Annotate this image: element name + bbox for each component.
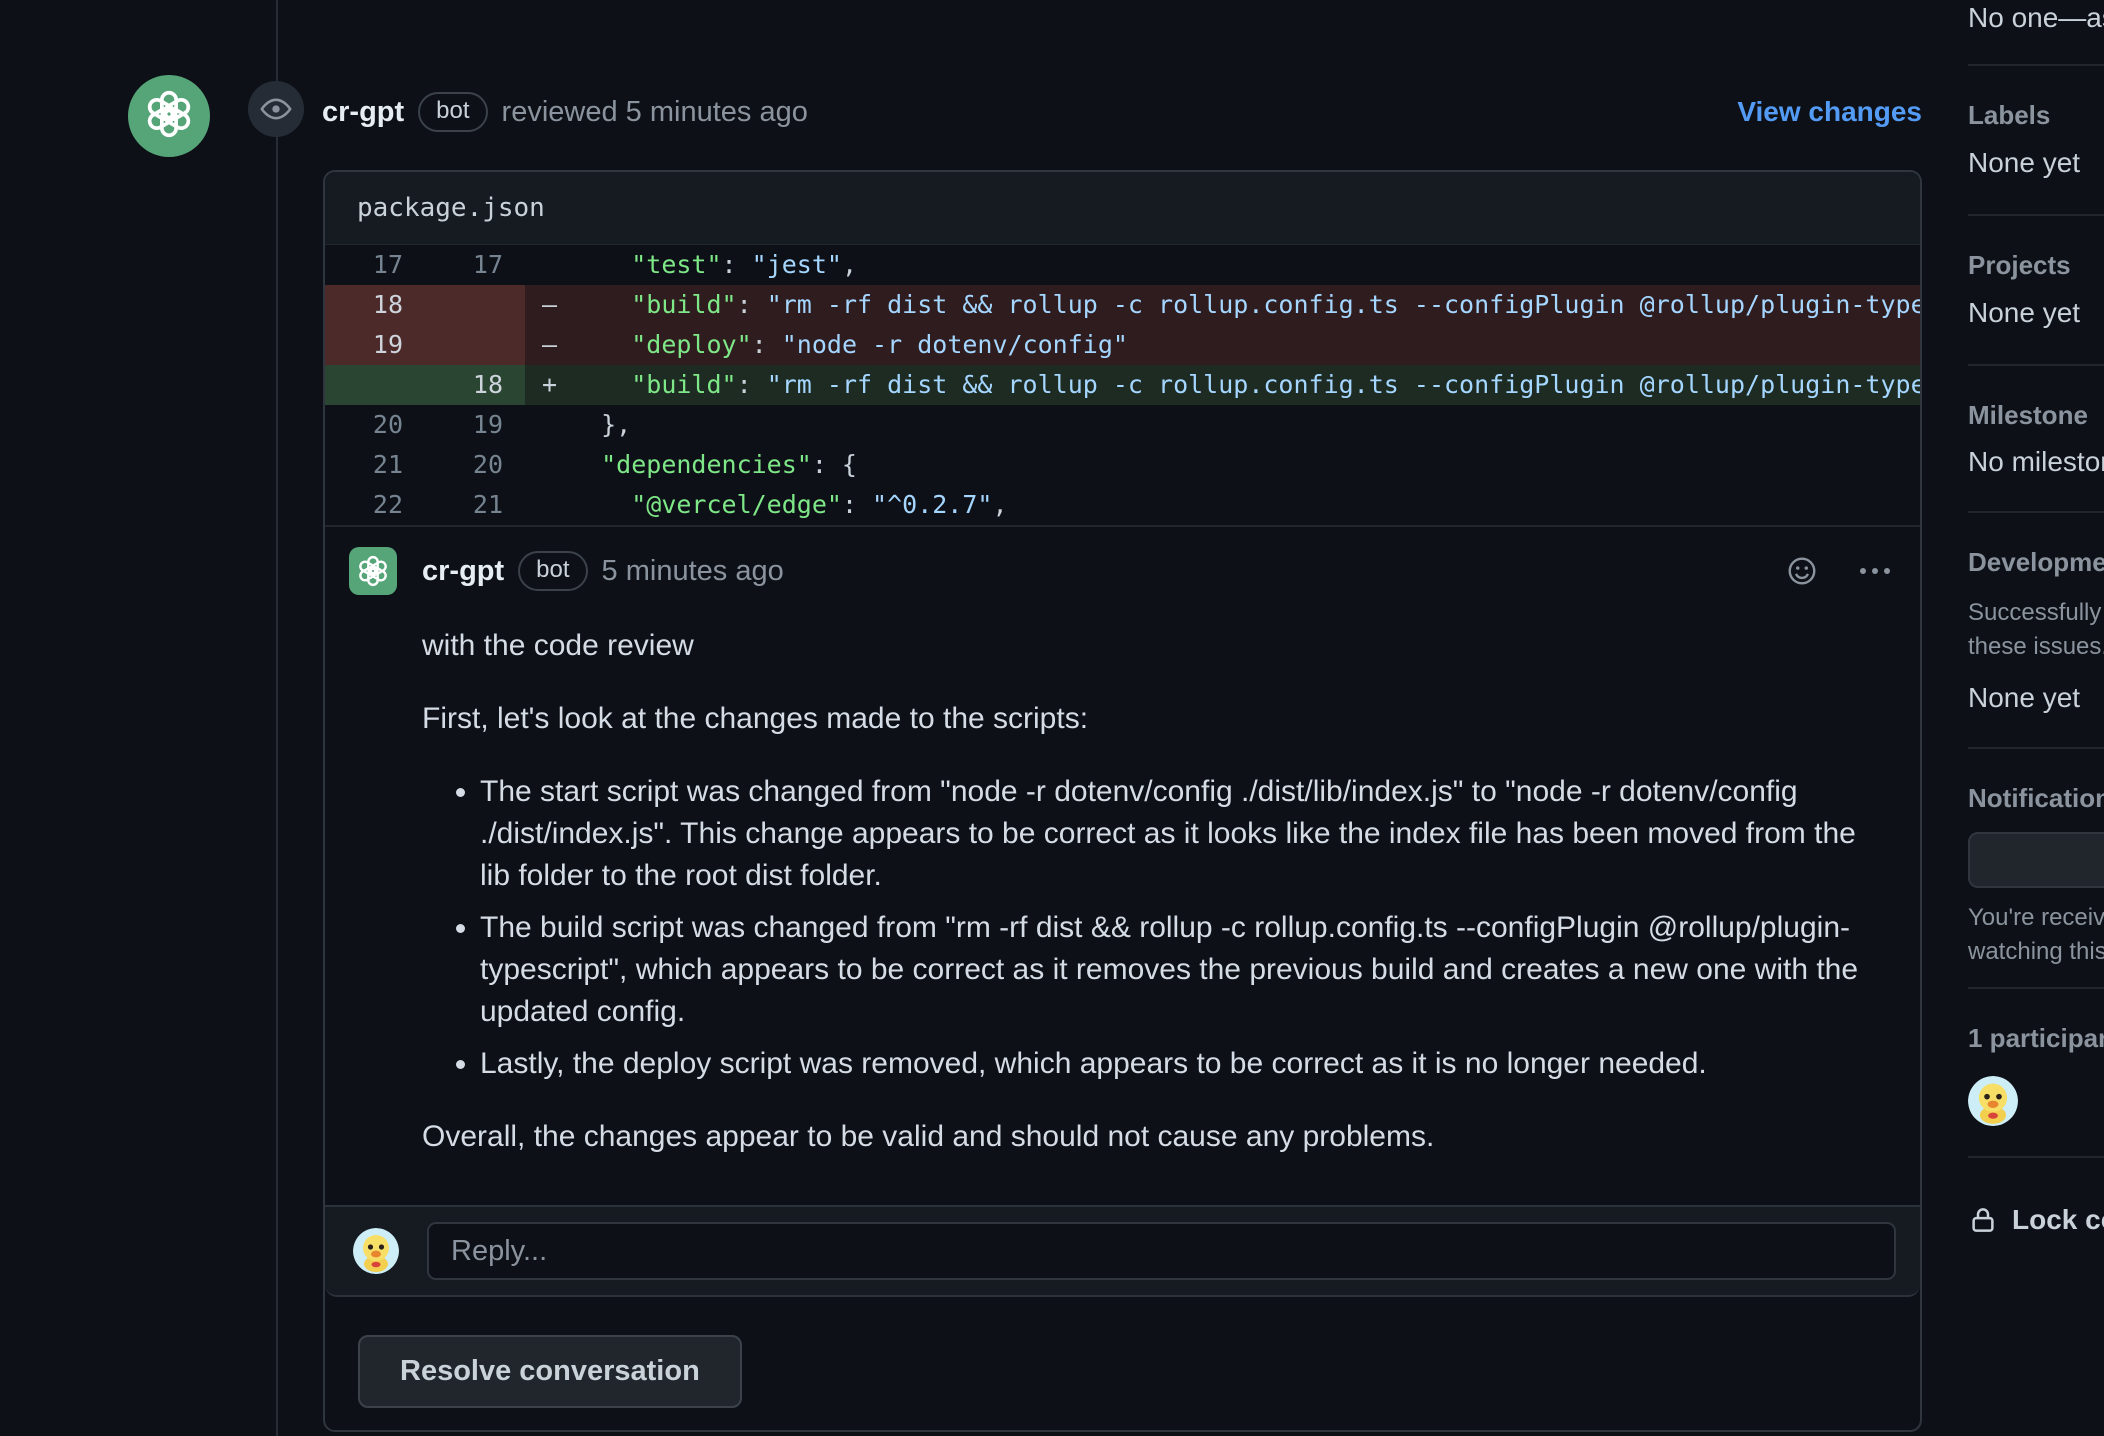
duck-avatar-icon	[353, 1228, 399, 1274]
projects-header[interactable]: Projects	[1968, 250, 2104, 281]
add-reaction-button[interactable]	[1786, 555, 1818, 587]
development-header[interactable]: Development	[1968, 547, 2104, 578]
sidebar-divider	[1968, 364, 2104, 366]
reply-bar: Reply...	[325, 1205, 1920, 1297]
bot-badge: bot	[518, 551, 587, 591]
comment-bullet: The build script was changed from "rm -r…	[480, 907, 1890, 1033]
lock-conversation-label: Lock conversation	[2012, 1204, 2104, 1236]
diff-row: 1717 "test": "jest",	[325, 245, 1920, 285]
sidebar-divider	[1968, 1156, 2104, 1158]
milestone-header[interactable]: Milestone	[1968, 400, 2104, 431]
comment-paragraph: Overall, the changes appear to be valid …	[422, 1116, 1890, 1158]
diff-row: 18– "build": "rm -rf dist && rollup -c r…	[325, 285, 1920, 325]
review-thread-card: package.json 1717 "test": "jest",18– "bu…	[323, 170, 1922, 1432]
reply-placeholder: Reply...	[451, 1235, 547, 1268]
development-caption: Successfully merging this pull request m…	[1968, 599, 2104, 627]
sidebar: No one—assign yourself Labels None yet P…	[1968, 0, 2104, 1236]
comment-avatar[interactable]	[349, 547, 397, 595]
milestone-value: No milestone	[1968, 446, 2104, 478]
labels-value: None yet	[1968, 147, 2104, 179]
diff-row: 19– "deploy": "node -r dotenv/config"	[325, 325, 1920, 365]
comment-author-link[interactable]: cr-gpt	[422, 555, 504, 588]
notifications-header[interactable]: Notifications	[1968, 783, 2104, 814]
diff-row: 2120 "dependencies": {	[325, 445, 1920, 485]
notifications-subscribe-button[interactable]	[1968, 832, 2104, 888]
diff-row: 2019 },	[325, 405, 1920, 445]
comment-header: cr-gpt bot 5 minutes ago	[349, 547, 1890, 595]
comment-options-button[interactable]	[1860, 568, 1890, 574]
notifications-caption: watching this repository.	[1968, 938, 2104, 966]
notifications-caption: You're receiving notifications because y…	[1968, 904, 2104, 932]
labels-header[interactable]: Labels	[1968, 100, 2104, 131]
pr-review-page: { "colors": { "page_bg": "#0d1117", "bor…	[0, 0, 2104, 1436]
resolve-area: Resolve conversation	[325, 1297, 1920, 1430]
lock-conversation-button[interactable]: Lock conversation	[1968, 1204, 2104, 1236]
sidebar-divider	[1968, 987, 2104, 989]
diff-table: 1717 "test": "jest",18– "build": "rm -rf…	[325, 245, 1920, 525]
comment-timestamp[interactable]: 5 minutes ago	[602, 555, 784, 588]
openai-logo-icon	[356, 554, 390, 588]
view-changes-link[interactable]: View changes	[1737, 96, 1922, 128]
file-header: package.json	[325, 172, 1920, 245]
lock-icon	[1968, 1205, 1998, 1235]
sidebar-divider	[1968, 64, 2104, 66]
participants-header: 1 participant	[1968, 1023, 2104, 1054]
comment: cr-gpt bot 5 minutes ago with the code r…	[325, 525, 1920, 1205]
smiley-icon	[1786, 555, 1818, 587]
diff-row: 2221 "@vercel/edge": "^0.2.7",	[325, 485, 1920, 525]
sidebar-divider	[1968, 747, 2104, 749]
sidebar-divider	[1968, 214, 2104, 216]
review-header: cr-gpt bot reviewed 5 minutes ago View c…	[322, 92, 1922, 132]
timeline-line	[276, 0, 278, 1436]
eye-icon	[248, 81, 304, 137]
review-action-text: reviewed 5 minutes ago	[502, 96, 808, 129]
development-value: None yet	[1968, 682, 2104, 714]
resolve-conversation-button[interactable]: Resolve conversation	[358, 1335, 742, 1408]
file-name-link[interactable]: package.json	[357, 193, 545, 223]
comment-bullet-list: The start script was changed from "node …	[422, 771, 1890, 1085]
sidebar-divider	[1968, 511, 2104, 513]
projects-value: None yet	[1968, 297, 2104, 329]
participant-avatar[interactable]	[1968, 1076, 2018, 1126]
comment-paragraph: First, let's look at the changes made to…	[422, 698, 1890, 740]
reply-input[interactable]: Reply...	[427, 1222, 1896, 1280]
development-caption: these issues.	[1968, 633, 2104, 661]
comment-body: with the code review First, let's look a…	[422, 625, 1890, 1158]
comment-bullet: Lastly, the deploy script was removed, w…	[480, 1043, 1890, 1085]
comment-bullet: The start script was changed from "node …	[480, 771, 1890, 897]
review-author-link[interactable]: cr-gpt	[322, 96, 404, 129]
user-avatar	[353, 1228, 399, 1274]
diff-row: 18+ "build": "rm -rf dist && rollup -c r…	[325, 365, 1920, 405]
assignees-value: No one—assign yourself	[1968, 2, 2104, 34]
avatar[interactable]	[128, 75, 210, 157]
openai-logo-icon	[143, 88, 195, 145]
comment-paragraph: with the code review	[422, 625, 1890, 667]
duck-avatar-icon	[1968, 1076, 2018, 1126]
bot-badge: bot	[418, 92, 487, 132]
